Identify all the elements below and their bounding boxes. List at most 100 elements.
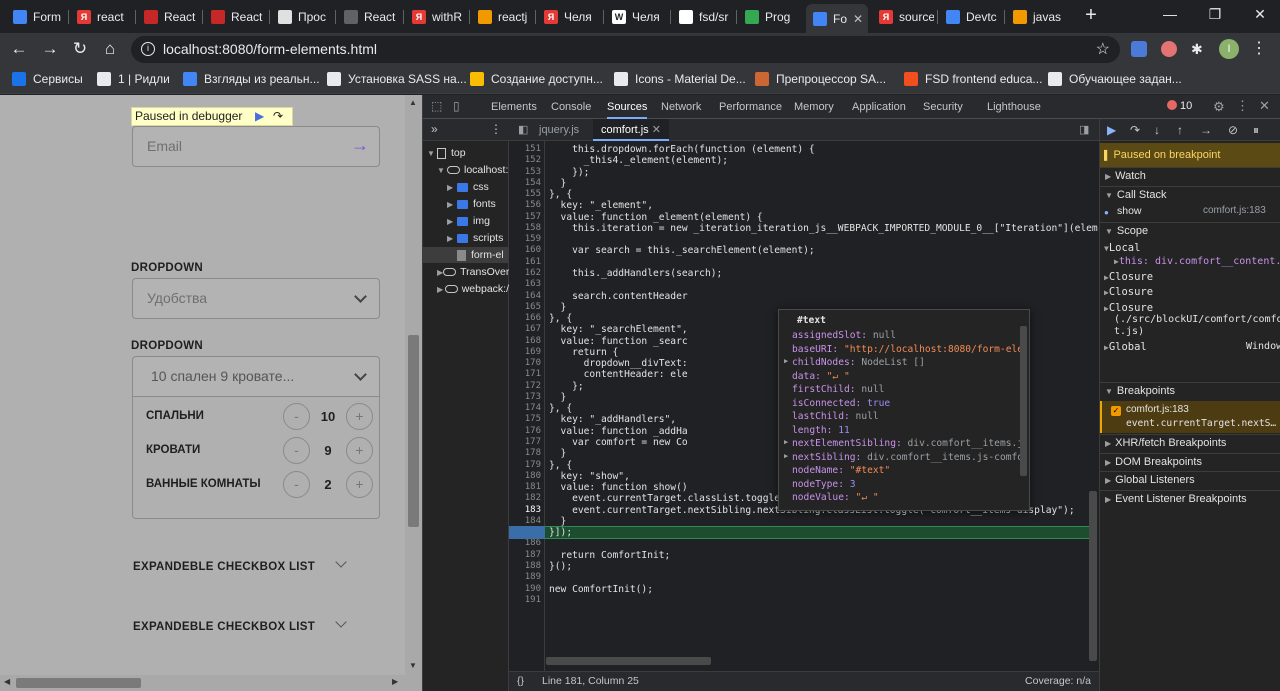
breakpoints-section[interactable]: ▼ Breakpoints <box>1100 382 1280 400</box>
line-number[interactable]: 155 <box>525 189 541 199</box>
popover-property[interactable]: ▶ nextElementSibling: div.comfort__items.… <box>784 438 1023 449</box>
call-frame-name[interactable]: show <box>1117 205 1142 217</box>
close-window-button[interactable]: ✕ <box>1240 3 1280 27</box>
line-number[interactable]: 158 <box>525 223 541 233</box>
line-number[interactable]: 190 <box>525 584 541 594</box>
browser-tab[interactable]: W Челя <box>605 4 667 29</box>
dropdown-amenities[interactable]: Удобства <box>132 278 380 319</box>
step-icon[interactable]: → <box>1200 123 1212 137</box>
navigator-tree-item[interactable]: ▶ fonts <box>423 196 509 212</box>
error-count-badge[interactable]: 10 <box>1167 100 1192 114</box>
site-info-icon[interactable]: i <box>141 42 155 56</box>
more-tabs-icon[interactable]: » <box>431 122 438 136</box>
step-over-icon[interactable]: ↷ <box>1130 123 1140 137</box>
chevron-right-icon[interactable]: ▶ <box>784 357 788 365</box>
navigator-tree-item[interactable]: ▶ webpack:/ <box>423 281 509 297</box>
resume-icon[interactable]: ▶ <box>255 108 264 125</box>
chevron-down-icon[interactable] <box>335 616 347 628</box>
popover-property[interactable]: assignedSlot: null <box>792 330 896 341</box>
chevron-down-icon[interactable] <box>335 556 347 568</box>
line-number[interactable]: 153 <box>525 167 541 177</box>
file-tab-comfort[interactable]: comfort.js ✕ <box>593 119 669 141</box>
pause-on-exceptions-icon[interactable]: ⏸ <box>1253 123 1259 138</box>
line-number[interactable]: 181 <box>525 482 541 492</box>
line-number[interactable]: 173 <box>525 392 541 402</box>
close-tab-icon[interactable]: ✕ <box>652 124 661 136</box>
navigator-tree-item[interactable]: ▶ scripts <box>423 230 509 246</box>
chevron-right-icon[interactable]: ▶ <box>784 438 788 446</box>
scroll-left-icon[interactable]: ◀ <box>4 677 10 686</box>
line-number[interactable]: 169 <box>525 347 541 357</box>
devtools-tab-application[interactable]: Application <box>852 95 906 119</box>
expandable-checkbox-list-1[interactable]: EXPANDEBLE CHECKBOX LIST <box>133 561 315 573</box>
dropdown-rooms[interactable]: 10 спален 9 кровате... <box>132 356 380 397</box>
toggle-navigator-icon[interactable]: ◧ <box>518 123 528 136</box>
bookmark-item[interactable]: Icons - Material De... <box>614 71 746 87</box>
line-number[interactable]: 183 <box>525 505 541 515</box>
popover-property[interactable]: nodeValue: "↵ " <box>792 492 879 503</box>
browser-tab[interactable]: React <box>337 4 399 29</box>
line-number[interactable]: 152 <box>525 155 541 165</box>
browser-tab[interactable]: Devtc <box>939 4 1001 29</box>
back-button[interactable]: ← <box>8 38 30 60</box>
line-number[interactable]: 188 <box>525 561 541 571</box>
browser-tab[interactable]: javas <box>1006 4 1068 29</box>
browser-menu-icon[interactable]: ⋮ <box>1251 38 1267 58</box>
browser-tab[interactable]: React <box>204 4 266 29</box>
chevron-right-icon[interactable]: ▶ <box>784 452 788 460</box>
decrement-button[interactable]: - <box>283 437 310 464</box>
reload-button[interactable]: ↻ <box>69 38 91 60</box>
breakpoint-marker[interactable] <box>509 526 545 539</box>
navigator-tree-item[interactable]: ▶ css <box>423 179 509 195</box>
line-number[interactable]: 166 <box>525 313 541 323</box>
close-tab-icon[interactable]: ✕ <box>853 12 863 26</box>
line-number[interactable]: 168 <box>525 336 541 346</box>
devtools-tab-elements[interactable]: Elements <box>491 95 537 119</box>
line-number[interactable]: 170 <box>525 358 541 368</box>
popover-property[interactable]: baseURI: "http://localhost:8080/form-ele <box>792 344 1023 355</box>
profile-avatar[interactable]: I <box>1219 39 1239 59</box>
line-number[interactable]: 174 <box>525 403 541 413</box>
expandable-checkbox-list-2[interactable]: EXPANDEBLE CHECKBOX LIST <box>133 621 315 633</box>
line-number[interactable]: 164 <box>525 291 541 301</box>
increment-button[interactable]: + <box>346 403 373 430</box>
navigator-tree-item[interactable]: ▼ top <box>423 145 509 161</box>
devtools-tab-network[interactable]: Network <box>661 95 701 119</box>
line-number[interactable]: 159 <box>525 234 541 244</box>
scroll-up-icon[interactable]: ▲ <box>409 98 417 107</box>
devtools-tab-lighthouse[interactable]: Lighthouse <box>987 95 1041 119</box>
file-tab-jquery[interactable]: jquery.js <box>539 119 579 141</box>
line-number[interactable]: 163 <box>525 279 541 289</box>
maximize-button[interactable]: ❐ <box>1195 3 1235 27</box>
popover-property[interactable]: lastChild: null <box>792 411 879 422</box>
scope-closure-3[interactable]: ▶Closure <box>1104 302 1153 314</box>
line-number[interactable]: 157 <box>525 212 541 222</box>
scrollbar-thumb[interactable] <box>408 335 419 527</box>
settings-gear-icon[interactable]: ⚙ <box>1213 99 1225 115</box>
decrement-button[interactable]: - <box>283 471 310 498</box>
popover-property[interactable]: ▶ childNodes: NodeList [] <box>784 357 925 368</box>
line-number[interactable]: 187 <box>525 550 541 560</box>
home-button[interactable]: ⌂ <box>99 38 121 60</box>
popover-property[interactable]: data: "↵ " <box>792 371 850 382</box>
popover-property[interactable]: nodeName: "#text" <box>792 465 890 476</box>
popover-property[interactable]: nodeType: 3 <box>792 479 856 490</box>
bookmark-star-icon[interactable]: ☆ <box>1096 36 1110 63</box>
browser-tab[interactable]: Я Челя <box>537 4 599 29</box>
breakpoint-item[interactable]: ✓ comfort.js:183 event.currentTarget.nex… <box>1100 401 1280 433</box>
navigator-tree-item[interactable]: ▶ img <box>423 213 509 229</box>
resume-icon[interactable]: ▶ <box>1107 123 1116 137</box>
pretty-print-icon[interactable]: {} <box>517 672 524 691</box>
devtools-tab-security[interactable]: Security <box>923 95 963 119</box>
bookmark-item[interactable]: FSD frontend educa... <box>904 71 1042 87</box>
devtools-tab-sources[interactable]: Sources <box>607 95 648 119</box>
line-number[interactable]: 161 <box>525 257 541 267</box>
arrow-right-icon[interactable]: → <box>351 135 369 156</box>
dom-breakpoints-section[interactable]: ▶ DOM Breakpoints <box>1100 453 1280 471</box>
popover-property[interactable]: length: 11 <box>792 425 850 436</box>
device-toolbar-icon[interactable]: ▯ <box>453 99 460 113</box>
browser-tab[interactable]: ЯwithR <box>405 4 467 29</box>
more-options-icon[interactable]: ⋮ <box>1236 98 1249 114</box>
line-number[interactable]: 191 <box>525 595 541 605</box>
email-field[interactable]: Email → <box>132 126 380 167</box>
